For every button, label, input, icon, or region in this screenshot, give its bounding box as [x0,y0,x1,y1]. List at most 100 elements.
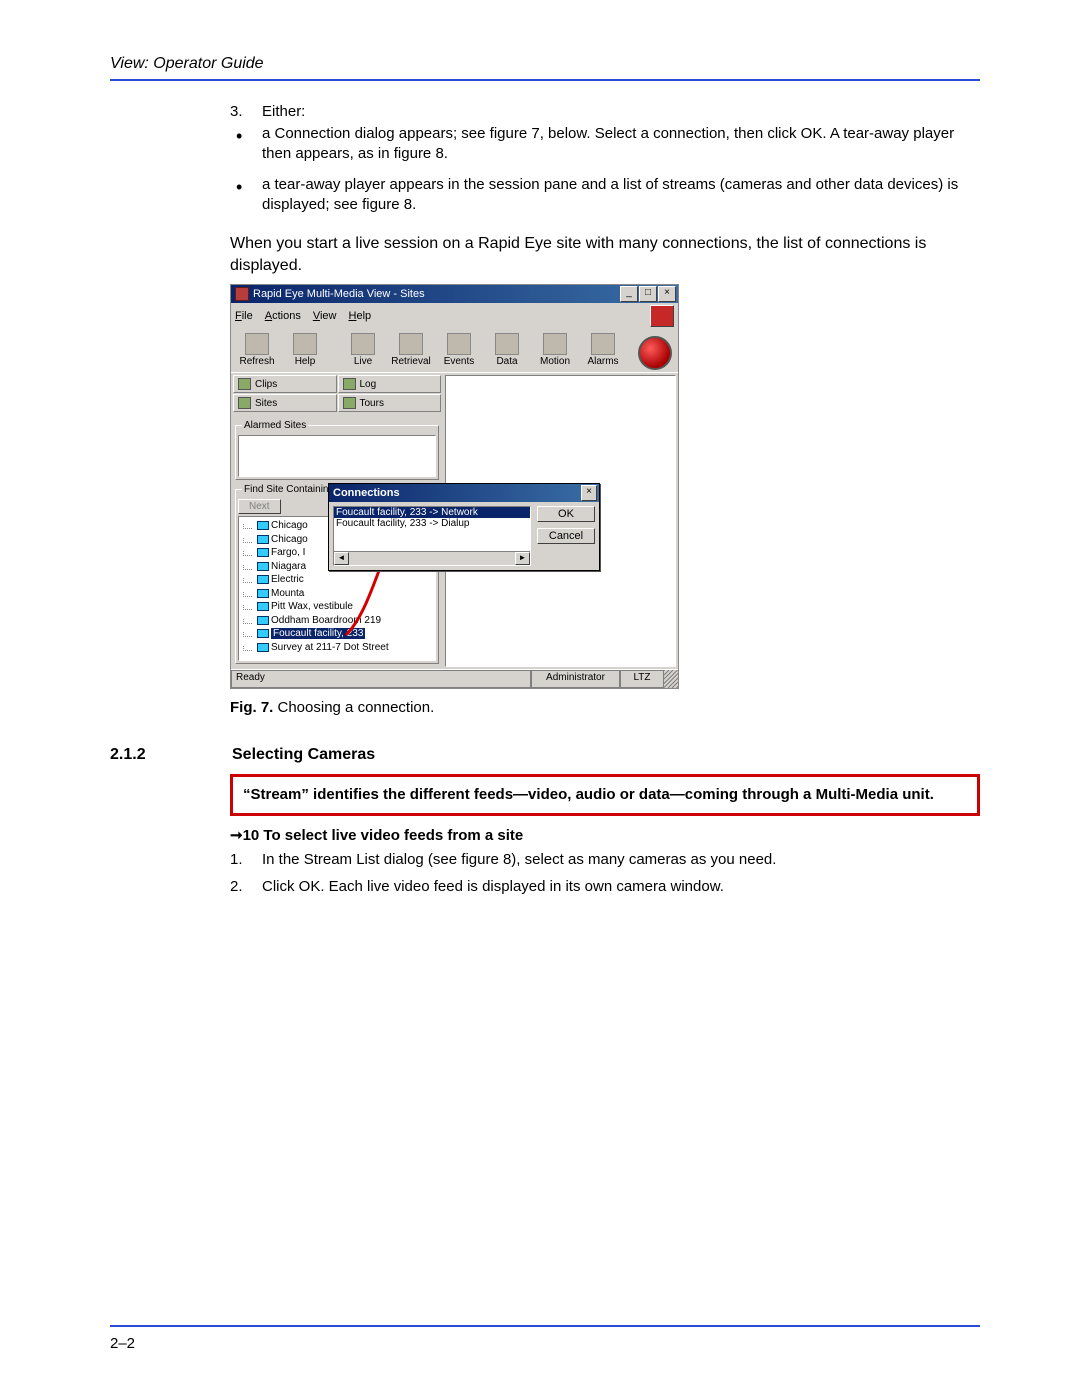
tb-retrieval-label: Retrieval [391,356,430,367]
status-mid: Administrator [531,670,620,688]
tb-refresh-label: Refresh [239,356,274,367]
tb-retrieval[interactable]: Retrieval [387,331,435,370]
site-icon [257,575,269,584]
footer-rule [110,1325,980,1327]
app-titlebar: Rapid Eye Multi-Media View - Sites _ □ × [231,285,678,303]
ok-button[interactable]: OK [537,506,595,522]
scroll-right-icon[interactable]: ► [515,552,530,565]
status-bar: Ready Administrator LTZ [231,669,678,688]
help-icon [293,333,317,355]
step-3: 3. Either: [230,103,980,120]
alarm-button[interactable] [638,336,672,370]
app-icon [235,287,249,301]
minimize-button[interactable]: _ [620,286,638,302]
tb-events[interactable]: Events [435,331,483,370]
tb-data-label: Data [496,356,517,367]
header-rule [110,79,980,81]
tree-node-7: Oddham Boardroom 219 [241,614,433,628]
figure-intro-caption: When you start a live session on a Rapid… [230,233,980,276]
figure-label: Fig. 7. [230,699,273,716]
tree-node-6: Pitt Wax, vestibule [241,600,433,614]
step-1-text: In the Stream List dialog (see figure 8)… [262,850,776,870]
tb-events-label: Events [444,356,475,367]
cancel-button[interactable]: Cancel [537,528,595,544]
record-indicator-icon [650,305,674,327]
step-3-label: Either: [262,103,305,120]
live-icon [351,333,375,355]
tab-clips-label: Clips [255,379,277,390]
tab-clips[interactable]: Clips [233,375,337,393]
toolbar: Refresh Help Live Retrieval Events Data … [231,329,678,372]
find-site-label: Find Site Containing [242,484,336,495]
tb-data[interactable]: Data [483,331,531,370]
tree-node-4: Electric [241,573,433,587]
step-1-num: 1. [230,850,262,870]
close-button[interactable]: × [658,286,676,302]
site-icon [257,535,269,544]
figure-text: Choosing a connection. [273,699,434,716]
connections-dialog: Connections × Foucault facility, 233 -> … [328,483,600,571]
data-icon [495,333,519,355]
tab-tours-label: Tours [360,398,384,409]
tree-node-8: Foucault facility, 233 [241,627,433,641]
site-icon [257,643,269,652]
site-icon [257,629,269,638]
connections-titlebar: Connections × [329,484,599,502]
tree-node-5: Mounta [241,587,433,601]
step-1: 1.In the Stream List dialog (see figure … [230,850,980,870]
status-left: Ready [231,670,531,688]
resize-grip-icon[interactable] [664,670,678,688]
events-icon [447,333,471,355]
tb-help-label: Help [295,356,316,367]
tb-live[interactable]: Live [339,331,387,370]
tab-sites[interactable]: Sites [233,394,337,412]
step-3-num: 3. [230,103,262,120]
tree-node-9: Survey at 211-7 Dot Street [241,641,433,655]
next-button[interactable]: Next [238,499,281,514]
menubar: File Actions View Help [231,303,678,329]
menu-actions[interactable]: Actions [265,310,301,322]
alarmed-sites-label: Alarmed Sites [242,420,308,431]
tb-help[interactable]: Help [281,331,329,370]
bullet-1: a Connection dialog appears; see figure … [230,124,980,165]
menu-view[interactable]: View [313,310,337,322]
maximize-button[interactable]: □ [639,286,657,302]
menu-file[interactable]: File [235,310,253,322]
status-right: LTZ [620,670,664,688]
figure-caption: Fig. 7. Choosing a connection. [230,699,980,716]
connections-close-button[interactable]: × [581,485,597,501]
sites-icon [238,397,251,409]
connection-item-1[interactable]: Foucault facility, 233 -> Dialup [334,518,530,529]
tb-alarms-label: Alarms [587,356,618,367]
connection-item-0[interactable]: Foucault facility, 233 -> Network [334,507,530,518]
tb-live-label: Live [354,356,372,367]
note-box: “Stream” identifies the different feeds—… [230,774,980,816]
site-icon [257,602,269,611]
connections-hscroll[interactable]: ◄ ► [334,551,530,565]
scroll-left-icon[interactable]: ◄ [334,552,349,565]
motion-icon [543,333,567,355]
refresh-icon [245,333,269,355]
step-2: 2.Click OK. Each live video feed is disp… [230,877,980,897]
connections-list[interactable]: Foucault facility, 233 -> Network Foucau… [333,506,531,566]
page-number: 2–2 [110,1335,135,1352]
alarmed-sites-group: Alarmed Sites [235,420,439,480]
tab-sites-label: Sites [255,398,277,409]
log-icon [343,378,356,390]
step-2-num: 2. [230,877,262,897]
tours-icon [343,397,356,409]
alarms-icon [591,333,615,355]
alarmed-sites-list[interactable] [238,435,436,477]
section-number: 2.1.2 [110,746,232,764]
site-icon [257,562,269,571]
tab-log[interactable]: Log [338,375,442,393]
tb-motion[interactable]: Motion [531,331,579,370]
tb-alarms[interactable]: Alarms [579,331,627,370]
menu-help[interactable]: Help [349,310,372,322]
app-window: Rapid Eye Multi-Media View - Sites _ □ ×… [230,284,679,689]
bullet-2: a tear-away player appears in the sessio… [230,175,980,216]
tb-refresh[interactable]: Refresh [233,331,281,370]
section-title: Selecting Cameras [232,746,375,764]
tb-motion-label: Motion [540,356,570,367]
tab-tours[interactable]: Tours [338,394,442,412]
